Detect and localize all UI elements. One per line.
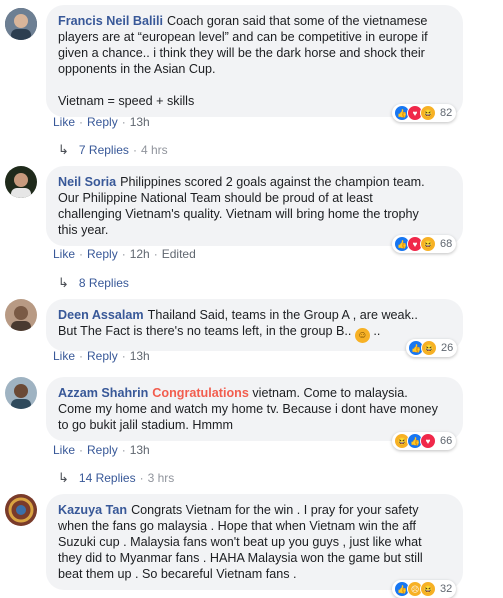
comment-actions: Like · Reply · 13h: [53, 349, 150, 363]
like-link[interactable]: Like: [53, 349, 75, 363]
comment-time[interactable]: 13h: [130, 443, 150, 457]
haha-reaction-icon: 😆: [420, 105, 436, 121]
comment-text: to go bukit jalil stadium. Hmmm: [58, 418, 233, 432]
reply-link[interactable]: Reply: [87, 115, 118, 129]
reply-link[interactable]: Reply: [87, 443, 118, 457]
comment-text: Come my home and watch my home tv. Becau…: [58, 402, 438, 416]
avatar[interactable]: [5, 377, 37, 409]
comment-text: beat them up . So becareful Vietnam fans…: [58, 567, 297, 581]
reaction-summary[interactable]: 👍 😆 26: [406, 339, 458, 357]
replies-label[interactable]: 8 Replies: [79, 276, 129, 290]
avatar-image: [5, 377, 37, 409]
haha-reaction-icon: 😆: [420, 236, 436, 252]
view-replies[interactable]: ↳ 7 Replies · 4 hrs: [58, 142, 168, 158]
comment-text: But The Fact is there's no teams left, i…: [58, 324, 352, 338]
comment-text: challenging Vietnam's quality. Vietnam w…: [58, 207, 419, 221]
avatar[interactable]: [5, 8, 37, 40]
avatar-image: [5, 494, 37, 526]
comment-text: this year.: [58, 223, 109, 237]
comment-text: when the fans go malaysia . Hope that wh…: [58, 519, 416, 533]
comment-text: they did to Myanmar fans . HAHA Malaysia…: [58, 551, 423, 565]
comment-author[interactable]: Deen Assalam: [58, 308, 144, 322]
comment-text: players are at “european level” and can …: [58, 30, 428, 44]
comment-actions: Like · Reply · 13h: [53, 115, 150, 129]
comment-actions: Like · Reply · 12h · Edited: [53, 247, 196, 261]
reaction-count: 82: [440, 107, 453, 119]
like-link[interactable]: Like: [53, 247, 75, 261]
comment-author[interactable]: Francis Neil Balili: [58, 14, 163, 28]
avatar-image: [5, 8, 37, 40]
comment-text: Congrats Vietnam for the win . I pray fo…: [131, 503, 419, 517]
reaction-count: 68: [440, 238, 453, 250]
comment-text: opponents in the Asian Cup.: [58, 62, 216, 76]
replies-time: 3 hrs: [147, 471, 175, 485]
highlighted-word: Congratulations: [152, 386, 249, 400]
like-link[interactable]: Like: [53, 443, 75, 457]
haha-reaction-icon: 😆: [421, 340, 437, 356]
comment-text: ..: [373, 324, 381, 338]
comment-bubble: Deen Assalam Thailand Said, teams in the …: [46, 299, 463, 351]
reaction-summary[interactable]: 👍 ♥ 😆 68: [392, 235, 457, 253]
comment-bubble: Neil Soria Philippines scored 2 goals aga…: [46, 166, 463, 246]
comment-text: Philippines scored 2 goals against the c…: [120, 175, 425, 189]
comment-text: Thailand Said, teams in the Group A , ar…: [147, 308, 418, 322]
view-replies[interactable]: ↳ 14 Replies · 3 hrs: [58, 470, 174, 486]
comment-author[interactable]: Azzam Shahrin: [58, 386, 148, 400]
avatar[interactable]: [5, 166, 37, 198]
avatar-image: [5, 299, 37, 331]
replies-time: 4 hrs: [140, 143, 168, 157]
comment-text: Vietnam = speed + skills: [58, 94, 195, 108]
avatar[interactable]: [5, 494, 37, 526]
view-replies[interactable]: ↳ 8 Replies: [58, 275, 129, 291]
reply-link[interactable]: Reply: [87, 247, 118, 261]
comment-bubble: Kazuya Tan Congrats Vietnam for the win .…: [46, 494, 463, 590]
edited-label[interactable]: Edited: [162, 247, 196, 261]
comment-actions: Like · Reply · 13h: [53, 443, 150, 457]
avatar-image: [5, 166, 37, 198]
avatar[interactable]: [5, 299, 37, 331]
reply-arrow-icon: ↳: [58, 275, 69, 290]
comment-time[interactable]: 13h: [130, 349, 150, 363]
reaction-summary[interactable]: 👍 ☹ 😆 32: [392, 580, 457, 598]
reaction-count: 26: [441, 342, 454, 354]
reaction-count: 32: [440, 583, 453, 595]
comment-bubble: Francis Neil Balili Coach goran said that…: [46, 5, 463, 117]
love-reaction-icon: ♥: [420, 433, 436, 449]
comment-text: given a chance.. i think they will be th…: [58, 46, 425, 60]
like-link[interactable]: Like: [53, 115, 75, 129]
haha-reaction-icon: 😆: [420, 581, 436, 597]
replies-label[interactable]: 14 Replies: [79, 471, 136, 485]
replies-label[interactable]: 7 Replies: [79, 143, 129, 157]
reaction-count: 66: [440, 435, 453, 447]
comment-time[interactable]: 13h: [130, 115, 150, 129]
comment-text: Our Philippine National Team should be p…: [58, 191, 373, 205]
comment-author[interactable]: Neil Soria: [58, 175, 116, 189]
comment-text: Coach goran said that some of the vietna…: [167, 14, 428, 28]
comment-text: Suzuki cup . Malaysia fans won't beat up…: [58, 535, 422, 549]
reaction-summary[interactable]: 😆 👍 ♥ 66: [392, 432, 457, 450]
reaction-summary[interactable]: 👍 ♥ 😆 82: [392, 104, 457, 122]
laughing-emoji-icon: ☺: [354, 328, 370, 343]
comment-text: vietnam. Come to malaysia.: [252, 386, 408, 400]
comment-author[interactable]: Kazuya Tan: [58, 503, 127, 517]
comment-time[interactable]: 12h: [130, 247, 150, 261]
reply-link[interactable]: Reply: [87, 349, 118, 363]
reply-arrow-icon: ↳: [58, 142, 69, 157]
reply-arrow-icon: ↳: [58, 470, 69, 485]
